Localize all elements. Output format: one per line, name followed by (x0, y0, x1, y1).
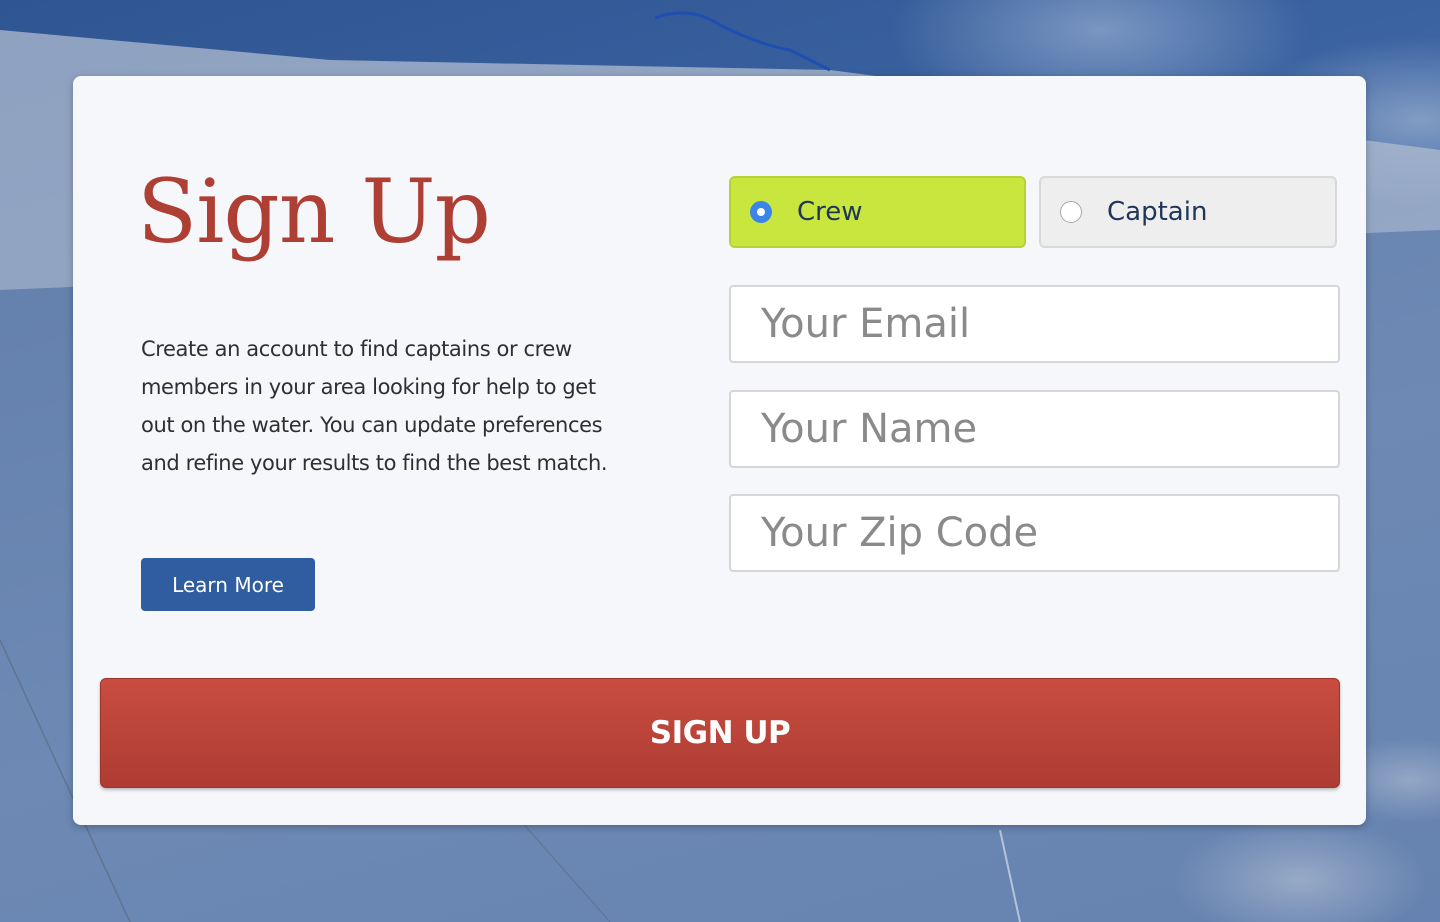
role-label-crew: Crew (797, 197, 863, 227)
signup-card: Sign Up Create an account to find captai… (73, 76, 1366, 825)
radio-checked-icon[interactable] (750, 201, 772, 223)
role-label-captain: Captain (1107, 197, 1208, 227)
role-option-captain[interactable]: Captain (1039, 176, 1337, 248)
zip-code-field[interactable] (729, 494, 1340, 572)
name-field[interactable] (729, 390, 1340, 468)
page-title: Sign Up (137, 160, 491, 263)
learn-more-button[interactable]: Learn More (141, 558, 315, 611)
sign-up-button[interactable]: SIGN UP (100, 678, 1340, 788)
role-option-crew[interactable]: Crew (729, 176, 1026, 248)
radio-unchecked-icon[interactable] (1060, 201, 1082, 223)
signup-description: Create an account to find captains or cr… (141, 337, 608, 475)
email-field[interactable] (729, 285, 1340, 363)
